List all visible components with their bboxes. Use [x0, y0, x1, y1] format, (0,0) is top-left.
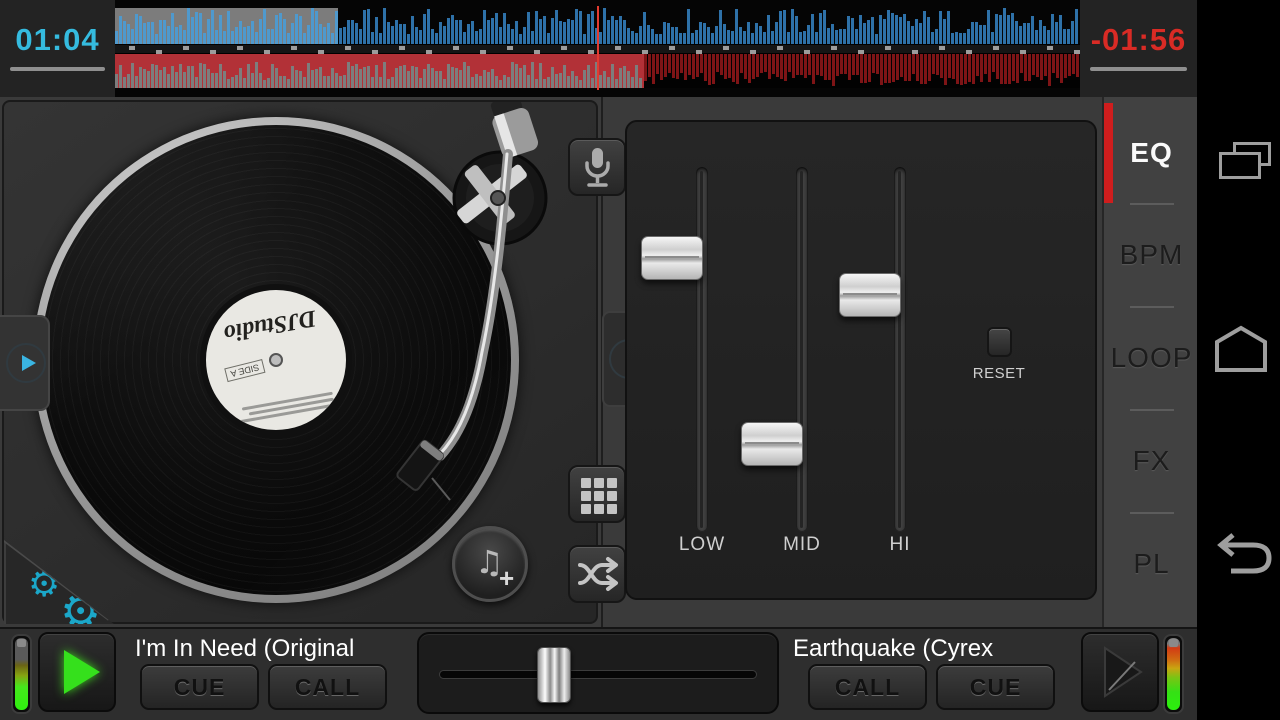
right-tab-sidebar: EQ BPM LOOP FX PL	[1102, 97, 1197, 627]
waveform-topbar: 01:04 -01:56	[0, 0, 1197, 97]
spindle	[269, 353, 283, 367]
tab-fx[interactable]: FX	[1104, 411, 1199, 511]
deck-b-waveform-unplayed[interactable]	[644, 54, 1080, 88]
home-button[interactable]	[1209, 322, 1273, 374]
tab-bpm[interactable]: BPM	[1104, 205, 1199, 305]
plus-icon: +	[499, 563, 514, 594]
deck-b-level-meter	[1163, 634, 1184, 714]
tab-loop[interactable]: LOOP	[1104, 308, 1199, 408]
deck-a-level-meter	[11, 634, 32, 714]
tab-eq[interactable]: EQ	[1104, 103, 1199, 203]
deck-b-call-button[interactable]: CALL	[808, 664, 927, 710]
turntable-panel: SIDE A DJStudio	[2, 100, 598, 624]
deck-a-elapsed-time: 01:04	[0, 22, 115, 58]
eq-panel: LOW MID HI RESET	[625, 120, 1097, 600]
pivot-hub	[491, 191, 505, 205]
dj-studio-app: 01:04 -01:56 SIDE A	[0, 0, 1280, 720]
home-icon	[1217, 328, 1265, 370]
turntable-platter[interactable]: SIDE A DJStudio	[33, 117, 519, 603]
slider-knob-hi[interactable]	[839, 273, 901, 317]
dj-studio-logo: DJStudio	[199, 300, 342, 351]
back-button[interactable]	[1207, 528, 1277, 580]
deck-a-side-tab[interactable]	[0, 315, 50, 411]
gear-icon: ⚙	[28, 564, 60, 605]
play-icon	[22, 355, 36, 371]
deck-b-time-box: -01:56	[1080, 0, 1197, 97]
eq-reset-label: RESET	[949, 365, 1049, 382]
record-center-label: SIDE A DJStudio	[188, 272, 364, 448]
crossfader[interactable]	[417, 632, 779, 714]
microphone-icon	[570, 140, 624, 194]
play-icon-green	[64, 650, 100, 694]
crossfader-knob[interactable]	[537, 647, 571, 703]
play-icon-dark	[1083, 634, 1157, 710]
recents-button[interactable]	[1197, 100, 1280, 180]
label-fine-print	[234, 392, 335, 424]
shuffle-button[interactable]	[568, 545, 626, 603]
slider-track[interactable]	[796, 167, 808, 532]
main-area: SIDE A DJStudio	[0, 97, 1197, 627]
sample-pads-button[interactable]	[568, 465, 626, 523]
recents-icon	[1219, 152, 1261, 179]
eq-slider-hi[interactable]: HI	[840, 122, 960, 602]
side-a-badge: SIDE A	[224, 359, 265, 382]
deck-b-time-underline	[1090, 67, 1187, 71]
deck-b-waveform-played[interactable]	[115, 54, 644, 88]
slider-knob-mid[interactable]	[741, 422, 803, 466]
deck-a-time-underline	[10, 67, 105, 71]
playhead-line	[597, 6, 599, 90]
deck-b-play-button[interactable]	[1081, 632, 1159, 712]
deck-a-play-button[interactable]	[38, 632, 116, 712]
deck-a-cue-button[interactable]: CUE	[140, 664, 259, 710]
dual-waveform[interactable]	[115, 0, 1080, 97]
eq-reset-button[interactable]	[987, 327, 1012, 357]
deck-b-remaining-time: -01:56	[1080, 22, 1197, 58]
deck-b-track-title: Earthquake (Cyrex	[793, 635, 993, 663]
vinyl-record[interactable]: SIDE A DJStudio	[41, 125, 511, 595]
shuffle-icon	[570, 547, 624, 601]
deck-a-track-title: I'm In Need (Original	[135, 635, 354, 663]
slider-label: HI	[850, 534, 950, 556]
back-icon	[1221, 535, 1269, 571]
android-nav-bar	[1197, 0, 1280, 720]
settings-corner[interactable]: ⚙ ⚙	[4, 540, 114, 624]
crossfader-track[interactable]	[439, 670, 757, 679]
bottom-control-bar: I'm In Need (Original CUE CALL Earthquak…	[0, 627, 1197, 720]
slider-track[interactable]	[696, 167, 708, 532]
load-track-button[interactable]: ♫ +	[452, 526, 528, 602]
deck-b-cue-button[interactable]: CUE	[936, 664, 1055, 710]
slider-label: LOW	[652, 534, 752, 556]
mic-button[interactable]	[568, 138, 626, 196]
slider-track[interactable]	[894, 167, 906, 532]
deck-a-call-button[interactable]: CALL	[268, 664, 387, 710]
tab-pl[interactable]: PL	[1104, 514, 1199, 614]
grid-icon	[581, 478, 617, 514]
slider-label: MID	[752, 534, 852, 556]
deck-a-time-box: 01:04	[0, 0, 115, 97]
counterweight[interactable]	[486, 102, 540, 159]
deck-a-tab-play-button[interactable]	[6, 343, 46, 383]
slider-knob-low[interactable]	[641, 236, 703, 280]
